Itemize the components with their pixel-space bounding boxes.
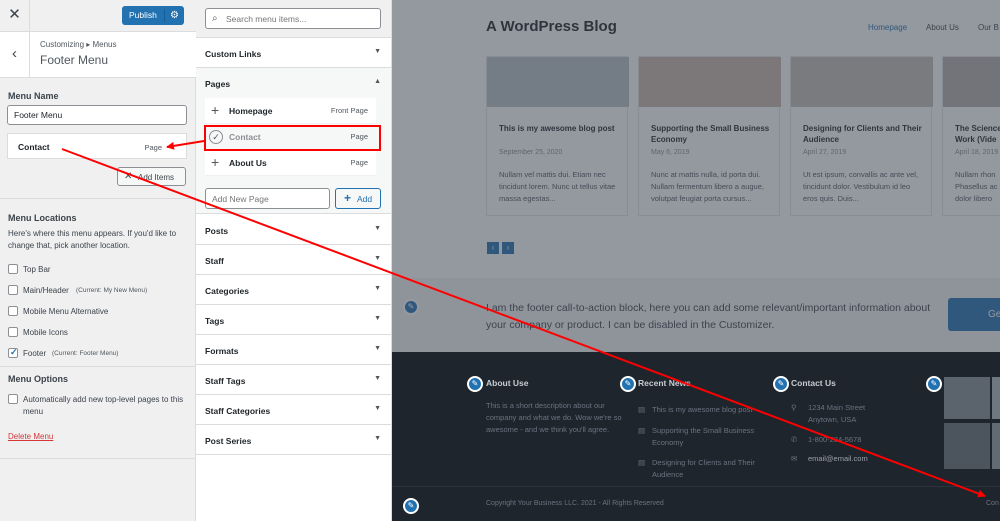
annotation-arrows [61,140,986,498]
arrow-to-footer-link [61,148,986,498]
arrow-to-menu-item [166,140,205,150]
search-icon: ⌕ [212,13,218,24]
